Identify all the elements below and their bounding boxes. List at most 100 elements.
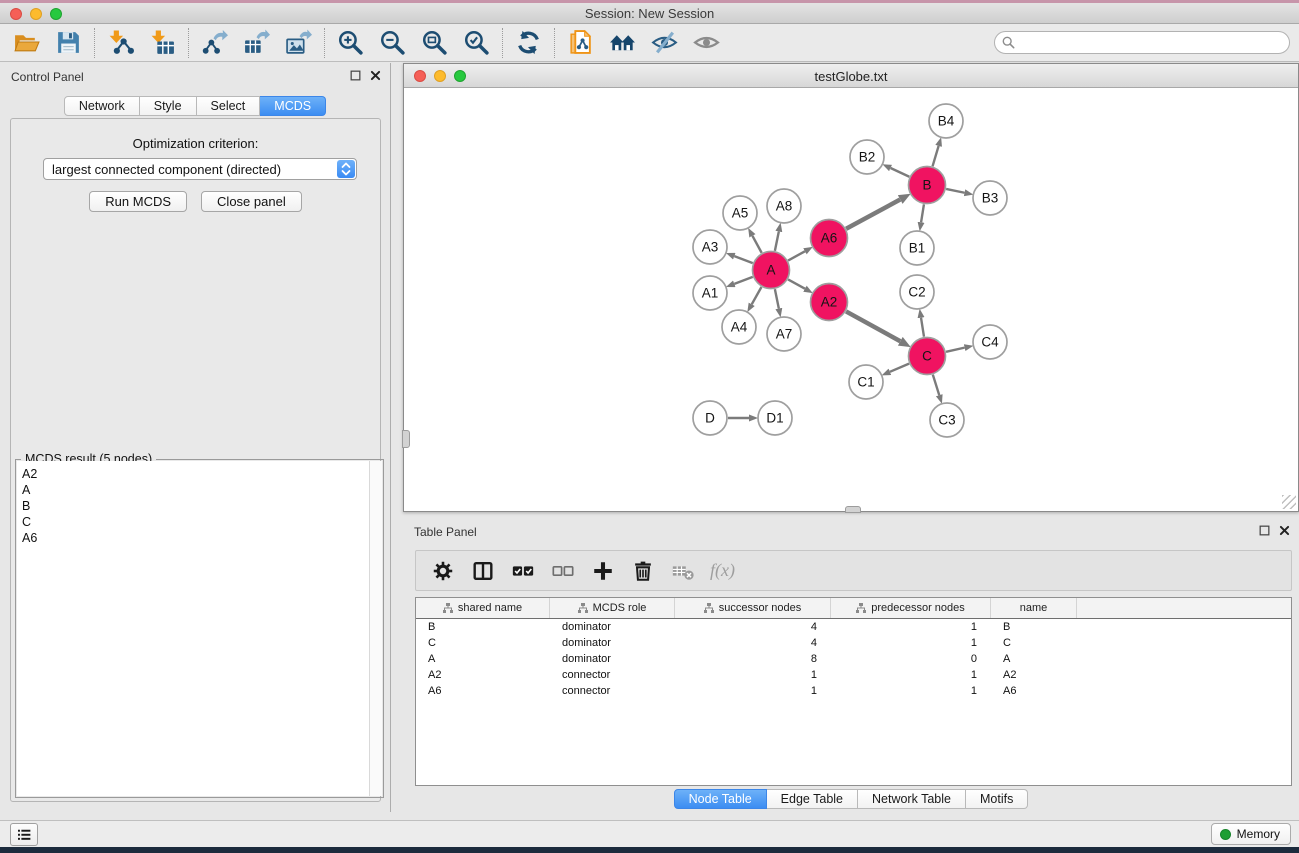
table-cell[interactable]: 1 xyxy=(831,669,991,681)
export-table-icon[interactable] xyxy=(242,28,271,57)
run-mcds-button[interactable]: Run MCDS xyxy=(89,191,187,212)
zoom-selected-icon[interactable] xyxy=(462,28,491,57)
table-cell[interactable]: A2 xyxy=(416,669,550,681)
graph-edge-A-A7[interactable] xyxy=(775,289,779,308)
table-cell[interactable]: 4 xyxy=(675,637,831,649)
settings-gear-icon[interactable] xyxy=(430,558,455,583)
tab-network[interactable]: Network xyxy=(64,96,140,116)
show-all-icon[interactable] xyxy=(692,28,721,57)
close-panel-icon[interactable] xyxy=(369,69,382,82)
graph-node-D1[interactable]: D1 xyxy=(758,401,792,435)
zoom-out-icon[interactable] xyxy=(378,28,407,57)
toggle-columns-icon[interactable] xyxy=(470,558,495,583)
table-cell[interactable]: 1 xyxy=(831,685,991,697)
delete-table-icon[interactable] xyxy=(670,558,695,583)
graph-edge-C-C2[interactable] xyxy=(921,318,924,337)
graph-node-A[interactable]: A xyxy=(753,252,790,289)
table-row[interactable]: A2connector11A2 xyxy=(416,667,1291,683)
graph-edge-A6-B[interactable] xyxy=(846,200,900,229)
graph-node-B2[interactable]: B2 xyxy=(850,140,884,174)
table-cell[interactable]: A xyxy=(416,653,550,665)
graph-node-B[interactable]: B xyxy=(909,167,946,204)
mcds-result-item[interactable]: C xyxy=(22,514,369,530)
graph-node-C3[interactable]: C3 xyxy=(930,403,964,437)
column-header-shared-name[interactable]: shared name xyxy=(416,598,550,618)
tab-mcds[interactable]: MCDS xyxy=(260,96,326,116)
column-header-successor-nodes[interactable]: successor nodes xyxy=(675,598,831,618)
close-panel-icon[interactable] xyxy=(1278,524,1291,537)
graph-edge-A-A3[interactable] xyxy=(734,256,752,263)
graph-node-B3[interactable]: B3 xyxy=(973,181,1007,215)
table-row[interactable]: Bdominator41B xyxy=(416,619,1291,635)
zoom-in-icon[interactable] xyxy=(336,28,365,57)
table-cell[interactable]: 1 xyxy=(675,669,831,681)
graph-edge-A2-C[interactable] xyxy=(846,311,900,341)
zoom-fit-icon[interactable] xyxy=(420,28,449,57)
graph-node-C4[interactable]: C4 xyxy=(973,325,1007,359)
add-column-icon[interactable] xyxy=(590,558,615,583)
graph-edge-A-A5[interactable] xyxy=(752,236,761,253)
graph-node-A8[interactable]: A8 xyxy=(767,189,801,223)
table-cell[interactable]: dominator xyxy=(550,653,675,665)
table-row[interactable]: Adominator80A xyxy=(416,651,1291,667)
table-cell[interactable]: dominator xyxy=(550,637,675,649)
import-table-icon[interactable] xyxy=(148,28,177,57)
deselect-all-icon[interactable] xyxy=(550,558,575,583)
table-cell[interactable]: 1 xyxy=(675,685,831,697)
list-button[interactable] xyxy=(10,823,38,846)
column-header-predecessor-nodes[interactable]: predecessor nodes xyxy=(831,598,991,618)
graph-node-A2[interactable]: A2 xyxy=(811,284,848,321)
close-panel-button[interactable]: Close panel xyxy=(201,191,302,212)
table-cell[interactable]: dominator xyxy=(550,621,675,633)
table-cell[interactable]: A6 xyxy=(991,685,1077,697)
export-network-icon[interactable] xyxy=(200,28,229,57)
memory-button[interactable]: Memory xyxy=(1211,823,1291,845)
table-cell[interactable]: A6 xyxy=(416,685,550,697)
open-file-icon[interactable] xyxy=(12,28,41,57)
graph-edge-B-B3[interactable] xyxy=(946,189,964,193)
graph-node-B4[interactable]: B4 xyxy=(929,104,963,138)
column-header-name[interactable]: name xyxy=(991,598,1077,618)
graph-edge-C-C1[interactable] xyxy=(890,364,909,372)
graph-node-A5[interactable]: A5 xyxy=(723,196,757,230)
table-row[interactable]: A6connector11A6 xyxy=(416,683,1291,699)
table-cell[interactable]: A xyxy=(991,653,1077,665)
list-scrollbar[interactable] xyxy=(369,461,382,796)
table-cell[interactable]: 1 xyxy=(831,637,991,649)
delete-column-icon[interactable] xyxy=(630,558,655,583)
graph-node-A3[interactable]: A3 xyxy=(693,230,727,264)
graph-node-C2[interactable]: C2 xyxy=(900,275,934,309)
table-cell[interactable]: A2 xyxy=(991,669,1077,681)
table-cell[interactable]: B xyxy=(991,621,1077,633)
mcds-result-item[interactable]: B xyxy=(22,498,369,514)
table-cell[interactable]: C xyxy=(416,637,550,649)
graph-node-C[interactable]: C xyxy=(909,338,946,375)
mcds-result-item[interactable]: A6 xyxy=(22,530,369,546)
bottom-splitter-handle[interactable] xyxy=(845,506,861,513)
graph-node-A7[interactable]: A7 xyxy=(767,317,801,351)
graph-edge-B-B4[interactable] xyxy=(933,146,939,166)
graph-node-B1[interactable]: B1 xyxy=(900,231,934,265)
graph-edge-A-A6[interactable] xyxy=(788,251,805,260)
search-input[interactable] xyxy=(1019,34,1289,52)
graph-node-C1[interactable]: C1 xyxy=(849,365,883,399)
table-cell[interactable]: 8 xyxy=(675,653,831,665)
graph-edge-B-B1[interactable] xyxy=(921,204,924,222)
table-tab-network-table[interactable]: Network Table xyxy=(858,789,966,809)
table-tab-motifs[interactable]: Motifs xyxy=(966,789,1028,809)
new-network-from-selection-icon[interactable] xyxy=(566,28,595,57)
graph-edge-C-C4[interactable] xyxy=(946,348,965,352)
network-canvas[interactable]: B4B2BB3A8A5A6A3B1AC2A1A2A4A7C4CC1DD1C3 xyxy=(404,88,1298,511)
tab-style[interactable]: Style xyxy=(140,96,197,116)
graph-edge-A-A1[interactable] xyxy=(734,277,752,284)
select-all-icon[interactable] xyxy=(510,558,535,583)
graph-edge-A-A4[interactable] xyxy=(752,287,762,304)
first-neighbors-icon[interactable] xyxy=(608,28,637,57)
mcds-result-item[interactable]: A xyxy=(22,482,369,498)
import-network-icon[interactable] xyxy=(106,28,135,57)
table-cell[interactable]: B xyxy=(416,621,550,633)
function-builder-icon[interactable]: f(x) xyxy=(710,560,735,581)
graph-node-A6[interactable]: A6 xyxy=(811,220,848,257)
graph-edge-A-A8[interactable] xyxy=(775,231,779,250)
table-cell[interactable]: C xyxy=(991,637,1077,649)
